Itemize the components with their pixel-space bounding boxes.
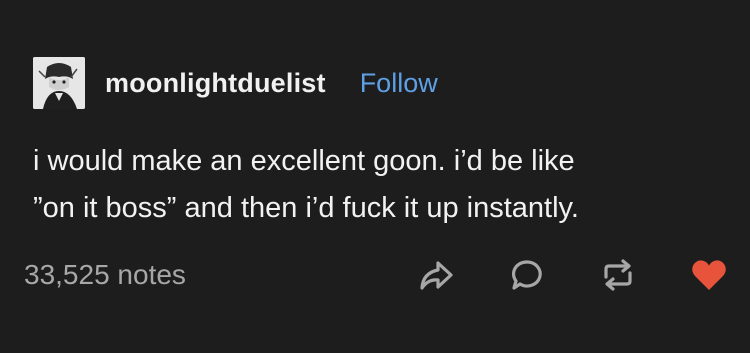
- post-header: moonlightduelist Follow: [33, 55, 438, 111]
- reply-button[interactable]: [507, 255, 547, 295]
- heart-icon: [692, 260, 726, 290]
- post-body-text: i would make an excellent goon. i’d be l…: [33, 145, 579, 224]
- like-button[interactable]: [689, 255, 729, 295]
- avatar-image: [33, 57, 85, 109]
- follow-button[interactable]: Follow: [360, 68, 438, 99]
- share-button[interactable]: [416, 255, 456, 295]
- post-card: moonlightduelist Follow i would make an …: [0, 0, 750, 353]
- reblog-icon: [604, 259, 632, 291]
- username-link[interactable]: moonlightduelist: [105, 68, 326, 99]
- reblog-button[interactable]: [598, 255, 638, 295]
- post-footer: 33,525 notes: [24, 253, 726, 297]
- reply-bubble-icon: [511, 260, 542, 290]
- avatar[interactable]: [33, 57, 85, 109]
- share-arrow-icon: [420, 261, 453, 290]
- notes-count[interactable]: 33,525 notes: [24, 259, 186, 291]
